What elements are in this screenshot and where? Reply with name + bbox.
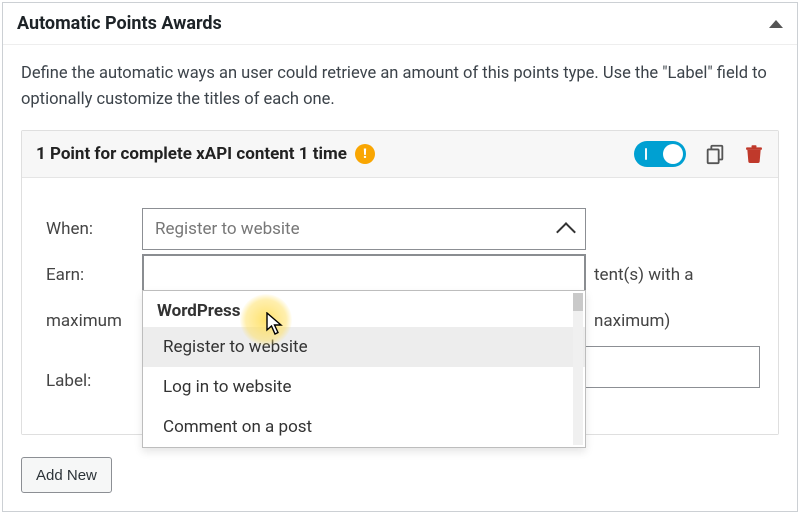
maximum-tail-text: naximum)	[594, 311, 670, 331]
rule-card: 1 Point for complete xAPI content 1 time…	[21, 130, 779, 435]
rule-title: 1 Point for complete xAPI content 1 time	[36, 144, 347, 164]
earn-tail-text: tent(s) with a	[594, 265, 694, 285]
dropdown-option[interactable]: Comment on a post	[143, 407, 585, 447]
panel-description: Define the automatic ways an user could …	[21, 61, 779, 112]
rule-actions	[634, 141, 764, 167]
scrollbar-thumb[interactable]	[573, 293, 583, 311]
earn-label: Earn:	[46, 265, 142, 285]
rule-body: When: Register to website Earn: tent(s) …	[22, 178, 778, 434]
points-awards-panel: Automatic Points Awards Define the autom…	[2, 2, 798, 512]
dropdown-scrollbar[interactable]	[573, 293, 583, 445]
toggle-on-indicator	[645, 148, 647, 160]
dropdown-option[interactable]: Register to website	[143, 327, 585, 367]
dropdown-group-label: WordPress	[143, 291, 585, 327]
when-row: When: Register to website	[46, 206, 754, 252]
add-new-button[interactable]: Add New	[21, 457, 112, 493]
when-select-value: Register to website	[155, 219, 300, 239]
when-dropdown: WordPress Register to website Log in to …	[142, 290, 586, 448]
collapse-toggle-icon[interactable]	[769, 20, 783, 28]
when-label: When:	[46, 219, 142, 239]
chevron-up-icon	[556, 222, 576, 242]
panel-header: Automatic Points Awards	[3, 3, 797, 45]
rule-title-wrap: 1 Point for complete xAPI content 1 time…	[36, 144, 375, 164]
when-select[interactable]: Register to website	[142, 208, 586, 250]
warning-icon: !	[355, 144, 375, 164]
label-label: Label:	[46, 371, 142, 391]
panel-body: Define the automatic ways an user could …	[3, 45, 797, 511]
toggle-knob	[663, 144, 683, 164]
duplicate-icon[interactable]	[704, 143, 726, 165]
panel-title: Automatic Points Awards	[17, 13, 222, 34]
dropdown-option[interactable]: Log in to website	[143, 367, 585, 407]
maximum-lead-text: maximum	[46, 311, 142, 331]
rule-header[interactable]: 1 Point for complete xAPI content 1 time…	[22, 131, 778, 178]
delete-icon[interactable]	[744, 143, 764, 165]
enable-toggle[interactable]	[634, 141, 686, 167]
